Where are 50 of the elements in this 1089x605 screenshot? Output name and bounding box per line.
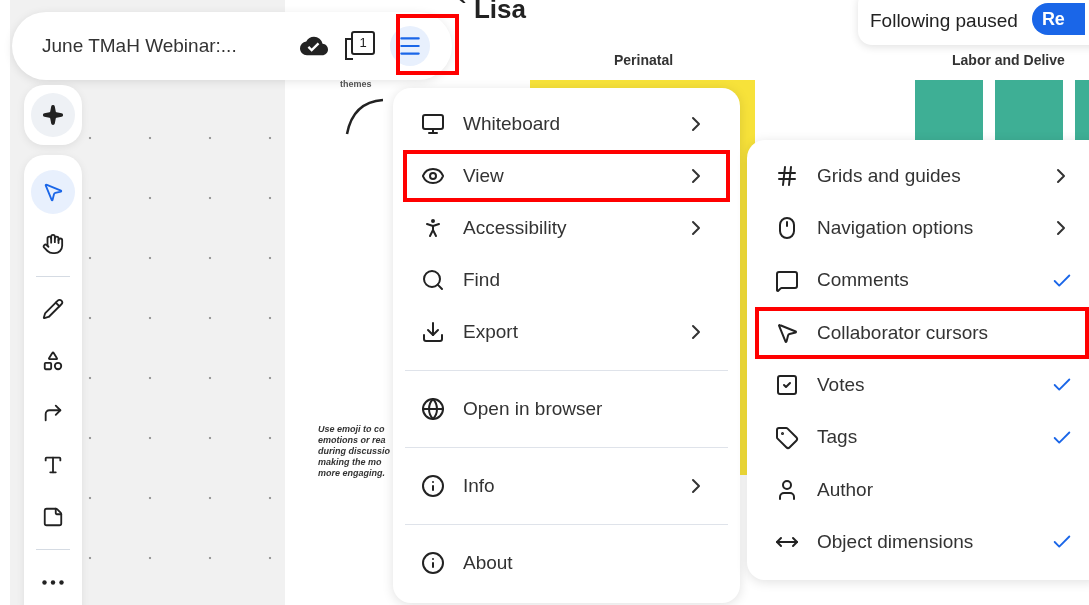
follow-status-text: Following paused — [870, 8, 1018, 33]
menu-item[interactable]: View — [403, 150, 730, 202]
menu-item[interactable]: Export — [403, 306, 730, 358]
resume-button[interactable]: Re — [1031, 3, 1085, 35]
info-icon — [421, 551, 445, 575]
sparkle-icon — [42, 104, 64, 126]
menu-item[interactable]: Navigation options — [755, 202, 1089, 255]
menu-item[interactable]: Open in browser — [403, 383, 730, 435]
menu-item[interactable]: Tags — [755, 411, 1089, 464]
caption-text: themes — [340, 78, 372, 91]
menu-item[interactable]: Collaborator cursors — [755, 306, 1089, 360]
vote-icon — [775, 373, 799, 398]
info-icon — [421, 474, 445, 498]
cursor-icon — [775, 321, 799, 346]
menu-item[interactable]: About — [403, 537, 730, 589]
monitor-icon — [421, 112, 445, 136]
menu-item[interactable]: Votes — [755, 359, 1089, 412]
text-icon — [42, 454, 64, 476]
column-label: Labor and Delive — [952, 51, 1065, 70]
note-text: Use emoji to co emotions or rea during discussio making the mo more engaging. — [318, 424, 391, 479]
sticky-note-icon — [42, 506, 64, 528]
menu-item[interactable]: Info — [403, 460, 730, 512]
globe-icon — [421, 397, 445, 421]
column-label: Perinatal — [614, 51, 674, 70]
tag-icon — [775, 425, 799, 450]
pages-button[interactable]: 1 — [340, 26, 380, 66]
connector-icon — [42, 402, 64, 424]
menu-item[interactable]: Find — [403, 254, 730, 306]
tool-button[interactable] — [31, 93, 75, 137]
board-title: June TMaH Webinar:... — [42, 33, 238, 58]
menu-item[interactable]: Whiteboard — [403, 98, 730, 150]
download-icon — [421, 320, 445, 344]
hand-icon — [42, 233, 64, 255]
menu-item[interactable]: Grids and guides — [755, 150, 1089, 203]
pencil-icon — [42, 298, 64, 320]
page-stack-icon — [344, 38, 354, 60]
pointer-icon — [42, 181, 64, 203]
search-icon — [421, 268, 445, 292]
menu-item[interactable]: Author — [755, 463, 1089, 517]
menu-item[interactable]: Accessibility — [403, 202, 730, 254]
menu-button[interactable] — [390, 26, 430, 66]
more-icon — [42, 579, 64, 585]
arc-drawing — [345, 98, 385, 136]
sticky-note — [915, 80, 983, 140]
grid-icon — [775, 164, 799, 189]
menu-item[interactable]: Comments — [755, 254, 1089, 307]
comment-icon — [775, 268, 799, 293]
shapes-icon — [42, 350, 64, 372]
sticky-note — [995, 80, 1063, 140]
menu-item[interactable]: Object dimensions — [755, 516, 1089, 569]
